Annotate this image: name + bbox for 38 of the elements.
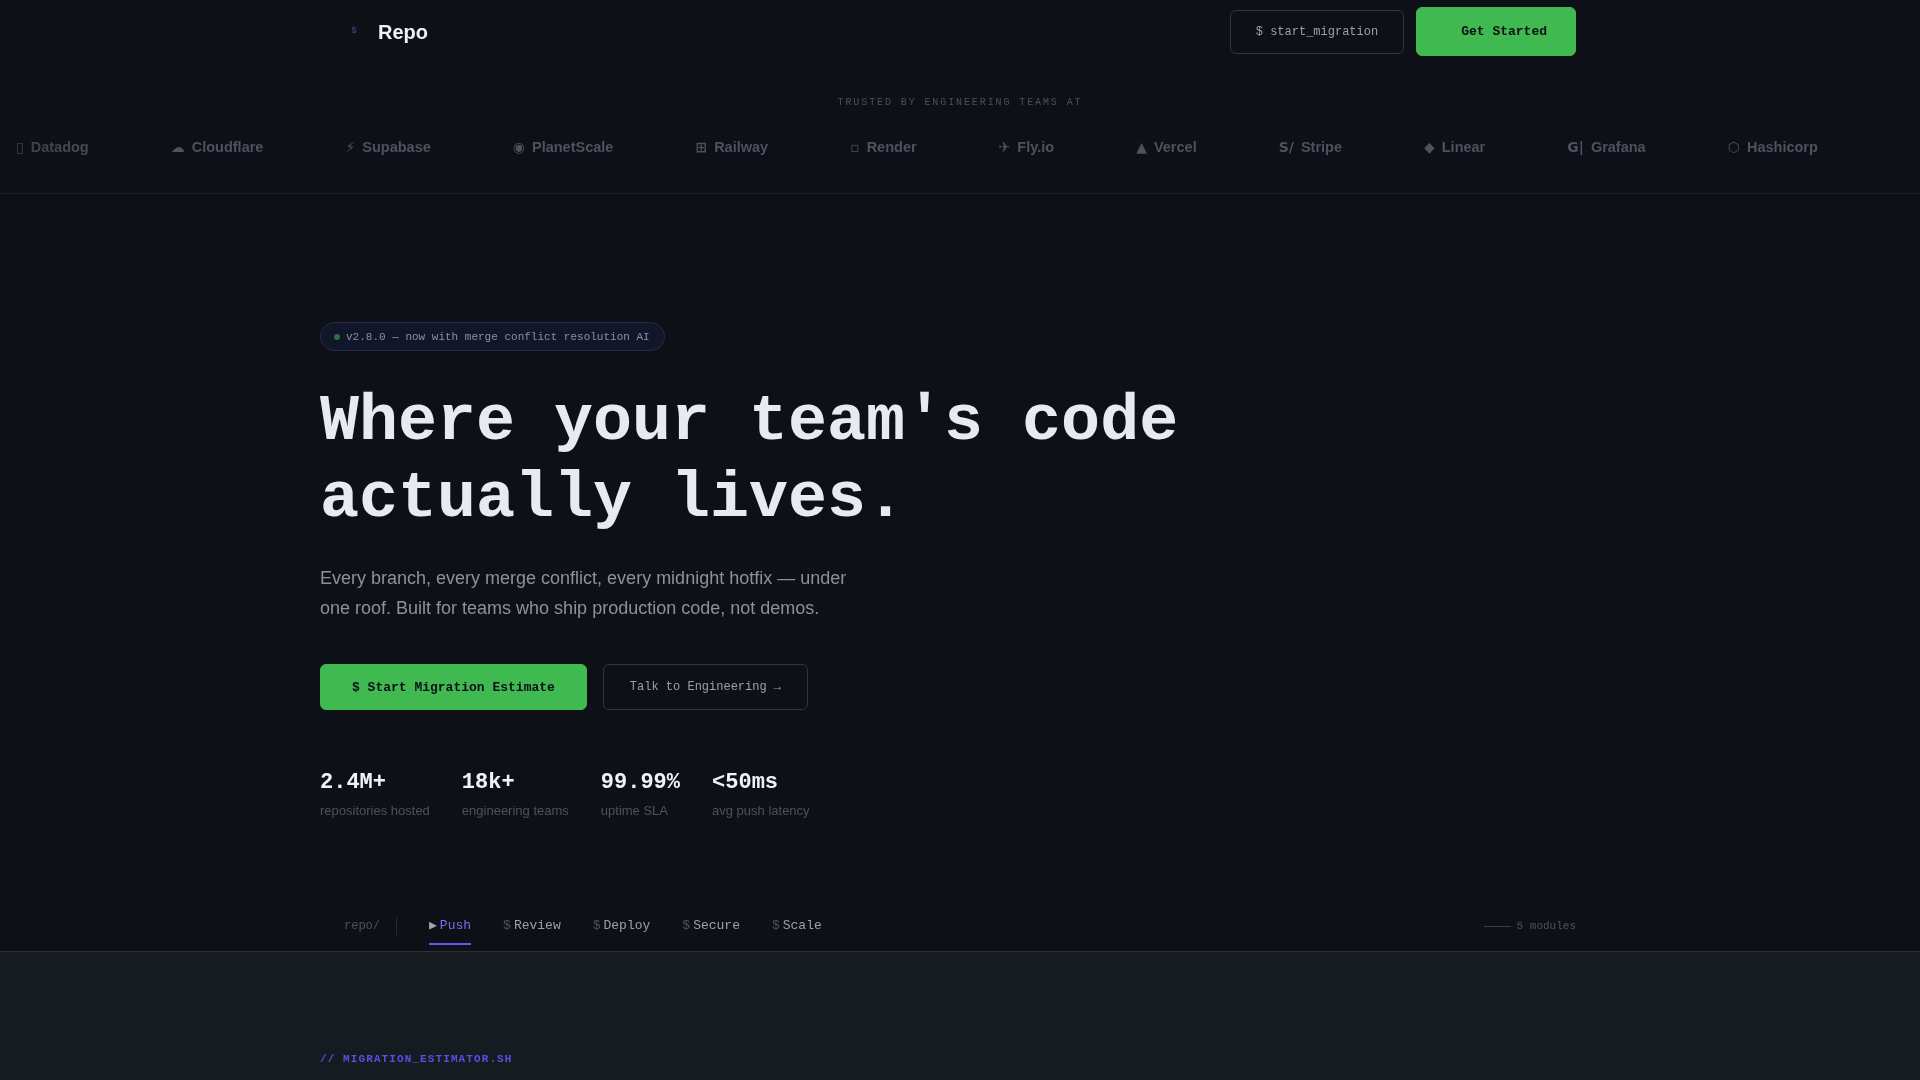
company-logo: ✈ Fly.io <box>998 138 1055 157</box>
module-tab[interactable]: $ Review <box>503 907 561 945</box>
secondary-button[interactable]: Talk to Engineering → <box>602 664 809 710</box>
module-count: 5 modules <box>1516 919 1576 933</box>
status-dot-icon <box>334 333 340 340</box>
company-logo: ☁ Cloudflare <box>170 138 264 157</box>
badge-text: v2.8.0 — now with merge conflict resolution AI <box>346 329 650 344</box>
secondary-button[interactable]: $ start_migration <box>1229 9 1405 54</box>
module-tab[interactable]: $ Secure <box>682 907 740 945</box>
stat-label: avg push latency <box>712 802 810 820</box>
stat-value: 99.99% <box>600 769 681 797</box>
module-tab[interactable]: $ Scale <box>771 907 822 945</box>
repo-path: repo/ <box>344 918 380 935</box>
company-logo: G| Grafana <box>1567 138 1646 158</box>
hero-description: Every branch, every merge conflict, every midnight hotfix — under one roof. Built for teams who ship production code, not demos. <box>320 567 848 620</box>
company-logo: ⬡ Hashicorp <box>1727 138 1818 157</box>
hero-heading: Where your team's code actually lives. <box>320 384 1180 538</box>
company-logo: S/ Stripe <box>1278 138 1342 157</box>
trusted-by-caption: TRUSTED BY ENGINEERING TEAMS AT <box>837 97 1083 109</box>
primary-button[interactable]: $ Start Migration Estimate <box>320 664 587 710</box>
stat-value: 18k+ <box>461 769 516 797</box>
company-logo: ▲ Vercel <box>1136 138 1197 157</box>
stat-value: 2.4M+ <box>320 769 387 797</box>
brand-logo[interactable]: $ Repo <box>344 19 428 44</box>
module-tab[interactable]: ▶ Push <box>429 907 472 945</box>
module-tab[interactable]: $ Deploy <box>592 907 651 945</box>
company-logo: ◉ PlanetScale <box>512 138 614 157</box>
primary-button[interactable]: Get Started <box>1416 7 1576 56</box>
stat-label: engineering teams <box>461 802 569 820</box>
company-logo: ⊞ Railway <box>695 138 769 157</box>
company-logo: ◆ Linear <box>1423 138 1486 157</box>
stat-value: <50ms <box>712 769 780 797</box>
company-logo: ▫ Render <box>850 138 917 157</box>
stat-label: uptime SLA <box>600 802 669 820</box>
company-logo: ▯ Datadog <box>16 138 89 157</box>
stat-label: repositories hosted <box>320 802 430 820</box>
section-eyebrow: // MIGRATION_ESTIMATOR.SH <box>320 1052 513 1066</box>
company-logo: ⚡ Supabase <box>345 138 431 157</box>
